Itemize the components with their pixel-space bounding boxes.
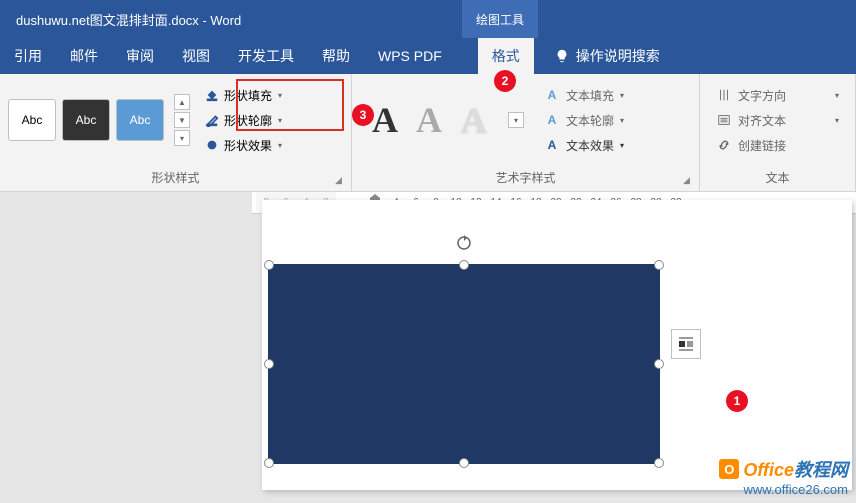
text-fill-button[interactable]: A 文本填充▾ xyxy=(536,84,632,107)
watermark-icon: O xyxy=(719,459,739,479)
annotation-marker-2: 2 xyxy=(494,70,516,92)
tab-format[interactable]: 格式 xyxy=(478,38,534,74)
tab-view[interactable]: 视图 xyxy=(168,38,224,74)
wordart-preset-2[interactable]: A xyxy=(416,99,442,141)
resize-handle-s[interactable] xyxy=(459,458,469,468)
wordart-styles-dialog-launcher[interactable]: ◢ xyxy=(683,175,695,187)
align-text-icon xyxy=(716,112,732,128)
layout-options-button[interactable] xyxy=(671,329,701,359)
link-icon xyxy=(716,137,732,153)
group-text: 文字方向▾ 对齐文本▾ 创建链接 文本 xyxy=(700,74,856,191)
tell-me-search[interactable]: 操作说明搜索 xyxy=(554,46,660,66)
lightbulb-icon xyxy=(554,48,570,64)
paint-bucket-icon xyxy=(204,87,220,103)
text-outline-icon: A xyxy=(544,112,560,128)
resize-handle-se[interactable] xyxy=(654,458,664,468)
tab-developer[interactable]: 开发工具 xyxy=(224,38,308,74)
group-label-text: 文本 xyxy=(700,166,855,191)
wordart-gallery-more-button[interactable]: ▾ xyxy=(508,112,524,128)
align-text-button[interactable]: 对齐文本▾ xyxy=(708,109,847,132)
shape-outline-button[interactable]: 形状轮廓▾ xyxy=(198,109,288,132)
resize-handle-e[interactable] xyxy=(654,359,664,369)
gallery-scroll: ▲ ▼ ▾ xyxy=(174,94,190,146)
wordart-gallery-scroll: ▾ xyxy=(508,112,524,128)
text-effects-button[interactable]: A 文本效果▾ xyxy=(536,134,632,157)
document-title: dushuwu.net图文混排封面.docx - Word xyxy=(0,10,241,29)
resize-handle-n[interactable] xyxy=(459,260,469,270)
tab-mailings[interactable]: 邮件 xyxy=(56,38,112,74)
title-bar: dushuwu.net图文混排封面.docx - Word 绘图工具 xyxy=(0,0,856,38)
text-effects-icon: A xyxy=(544,137,560,153)
tab-references[interactable]: 引用 xyxy=(0,38,56,74)
annotation-marker-3: 3 xyxy=(352,104,374,126)
text-direction-icon xyxy=(716,87,732,103)
ribbon: Abc Abc Abc ▲ ▼ ▾ 形状填充▾ 形状轮廓▾ xyxy=(0,74,856,192)
wordart-preset-3[interactable]: A xyxy=(460,99,486,141)
shape-style-gallery[interactable]: Abc Abc Abc ▲ ▼ ▾ xyxy=(8,94,190,146)
left-gutter xyxy=(0,192,252,503)
text-outline-button[interactable]: A 文本轮廓▾ xyxy=(536,109,632,132)
layout-options-icon xyxy=(677,335,695,353)
rotation-handle[interactable] xyxy=(456,235,472,251)
resize-handle-nw[interactable] xyxy=(264,260,274,270)
tab-wps-pdf[interactable]: WPS PDF xyxy=(364,38,456,74)
selected-rectangle-shape[interactable] xyxy=(268,264,660,464)
resize-handle-ne[interactable] xyxy=(654,260,664,270)
text-fill-icon: A xyxy=(544,87,560,103)
wordart-preset-1[interactable]: A xyxy=(372,99,398,141)
shape-effects-button[interactable]: 形状效果▾ xyxy=(198,134,288,157)
ribbon-tabs: 引用 邮件 审阅 视图 开发工具 帮助 WPS PDF 格式 操作说明搜索 xyxy=(0,38,856,74)
gallery-more-button[interactable]: ▾ xyxy=(174,130,190,146)
pen-icon xyxy=(204,112,220,128)
watermark-url: www.office26.com xyxy=(719,482,848,497)
group-shape-styles: Abc Abc Abc ▲ ▼ ▾ 形状填充▾ 形状轮廓▾ xyxy=(0,74,352,191)
text-direction-button[interactable]: 文字方向▾ xyxy=(708,84,847,107)
group-wordart-styles: A A A ▾ A 文本填充▾ A 文本轮廓▾ A 文本效果▾ xyxy=(352,74,700,191)
create-link-button[interactable]: 创建链接 xyxy=(708,134,847,157)
watermark: O Office教程网 www.office26.com xyxy=(719,456,848,497)
page[interactable] xyxy=(262,200,852,490)
gallery-down-button[interactable]: ▼ xyxy=(174,112,190,128)
effects-icon xyxy=(204,137,220,153)
tab-help[interactable]: 帮助 xyxy=(308,38,364,74)
group-label-wordart-styles: 艺术字样式 xyxy=(352,166,699,191)
group-label-shape-styles: 形状样式 xyxy=(0,166,351,191)
shape-style-preset-1[interactable]: Abc xyxy=(8,99,56,141)
resize-handle-w[interactable] xyxy=(264,359,274,369)
tab-review[interactable]: 审阅 xyxy=(112,38,168,74)
gallery-up-button[interactable]: ▲ xyxy=(174,94,190,110)
annotation-marker-1: 1 xyxy=(726,390,748,412)
wordart-gallery[interactable]: A A A ▾ xyxy=(360,99,536,141)
shape-fill-button[interactable]: 形状填充▾ xyxy=(198,84,288,107)
shape-style-preset-2[interactable]: Abc xyxy=(62,99,110,141)
shape-styles-dialog-launcher[interactable]: ◢ xyxy=(335,175,347,187)
resize-handle-sw[interactable] xyxy=(264,458,274,468)
shape-style-preset-3[interactable]: Abc xyxy=(116,99,164,141)
contextual-tab-label: 绘图工具 xyxy=(462,0,538,38)
